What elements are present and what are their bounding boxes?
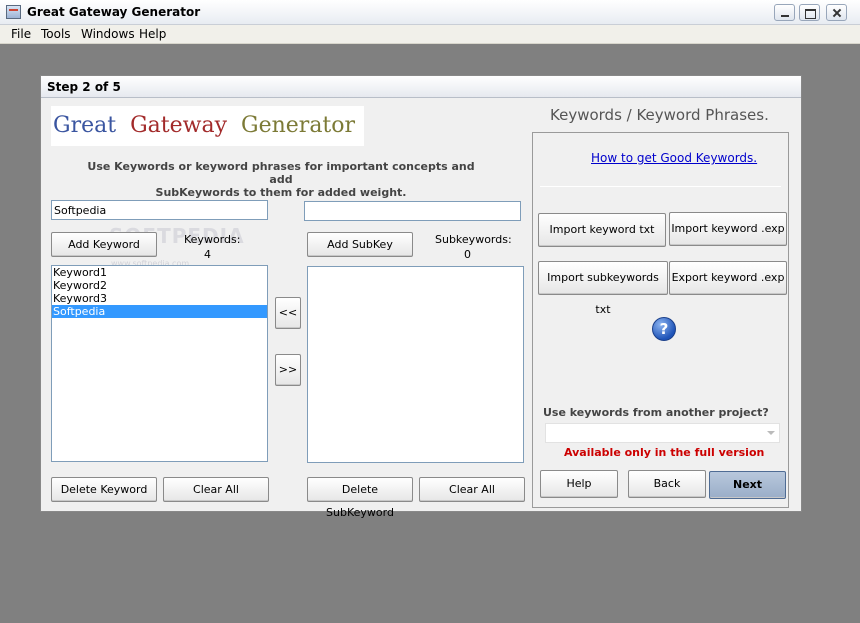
list-item-selected[interactable]: Softpedia [52,305,267,318]
menu-tools[interactable]: Tools [41,27,71,41]
menu-windows[interactable]: Windows [81,27,135,41]
import-keyword-exp-button[interactable]: Import keyword .exp [669,212,787,246]
minimize-button[interactable] [774,4,795,21]
good-keywords-link[interactable]: How to get Good Keywords. [591,151,757,165]
app-icon[interactable] [6,5,21,19]
move-right-button[interactable]: >> [275,354,301,386]
chevron-down-icon [767,431,775,435]
export-keyword-exp-button[interactable]: Export keyword .exp [669,261,787,295]
project-select[interactable] [545,423,780,443]
help-button[interactable]: Help [540,470,618,498]
keyword-list[interactable]: Keyword1 Keyword2 Keyword3 Softpedia [51,265,268,462]
menu-bar: File Tools Windows Help [0,25,860,44]
subkeywords-count-label: Subkeywords: [435,233,512,246]
import-subkeywords-txt-button[interactable]: Import subkeywords txt [538,261,668,316]
add-keyword-button[interactable]: Add Keyword [51,232,157,257]
delete-subkeyword-button[interactable]: Delete SubKeyword [307,477,413,519]
subkeyword-input[interactable] [304,201,521,221]
keywords-count-label: Keywords: [184,233,241,246]
menu-file[interactable]: File [11,27,31,41]
back-button[interactable]: Back [628,470,706,498]
help-icon[interactable]: ? [652,317,676,341]
window-title: Great Gateway Generator [27,5,201,19]
right-panel: How to get Good Keywords. Import keyword… [532,132,789,508]
next-button[interactable]: Next [709,471,786,499]
add-subkey-button[interactable]: Add SubKey [307,232,413,257]
subkeyword-list[interactable] [307,266,524,463]
clear-all-keywords-button[interactable]: Clear All [163,477,269,502]
import-keyword-txt-button[interactable]: Import keyword txt [538,213,666,247]
keyword-input[interactable] [51,200,268,220]
other-project-label: Use keywords from another project? [543,406,769,419]
wizard-dialog: Step 2 of 5 Great Gateway Generator Use … [40,75,802,519]
maximize-button[interactable] [799,4,820,21]
instructions-text: Use Keywords or keyword phrases for impo… [87,160,475,199]
keywords-count: 4 [204,248,211,261]
step-indicator: Step 2 of 5 [47,80,121,94]
subkeywords-count: 0 [464,248,471,261]
move-left-button[interactable]: << [275,297,301,329]
close-button[interactable] [826,4,847,21]
window-titlebar: Great Gateway Generator [0,0,860,25]
panel-heading: Keywords / Keyword Phrases. [550,106,769,124]
list-item[interactable]: Keyword3 [52,292,267,305]
dialog-titlebar: Step 2 of 5 [41,76,801,98]
app-logo: Great Gateway Generator [51,106,364,146]
list-item[interactable]: Keyword1 [52,266,267,279]
delete-keyword-button[interactable]: Delete Keyword [51,477,157,502]
menu-help[interactable]: Help [139,27,166,41]
clear-all-subkeywords-button[interactable]: Clear All [419,477,525,502]
list-item[interactable]: Keyword2 [52,279,267,292]
separator [540,186,781,187]
full-version-notice: Available only in the full version [564,446,765,459]
